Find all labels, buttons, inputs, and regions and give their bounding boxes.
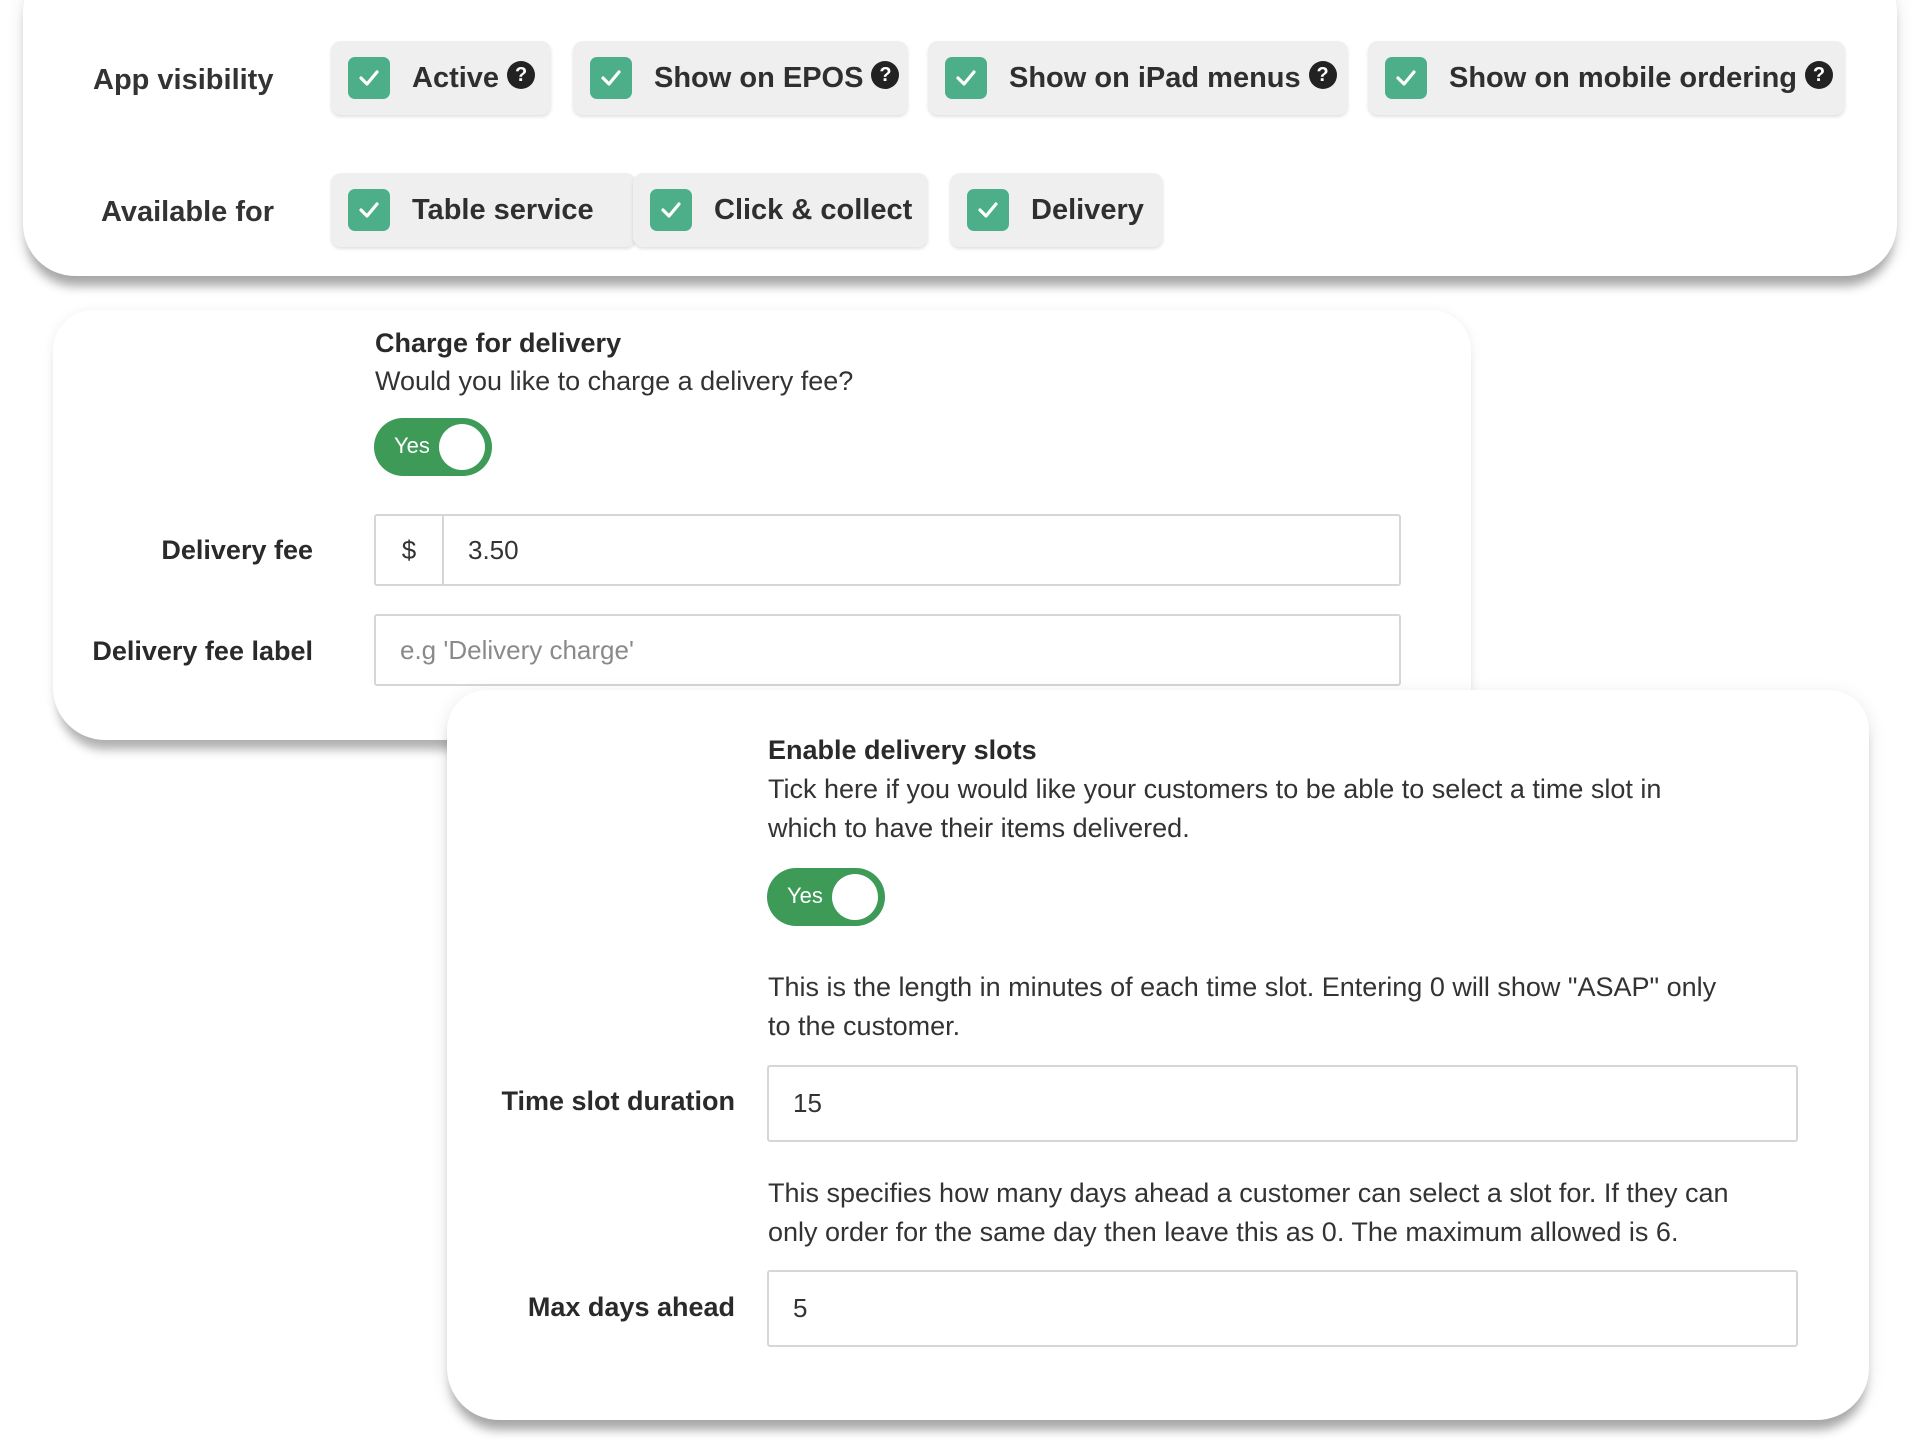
time-slot-duration-label: Time slot duration [501,1086,735,1116]
checkbox-show-on-ipad-menus[interactable]: Show on iPad menus ? [928,41,1348,115]
checkmark-icon [348,57,390,99]
enable-delivery-slots-description-1: Tick here if you would like your custome… [768,774,1662,804]
charge-for-delivery-description: Would you like to charge a delivery fee? [375,366,854,396]
delivery-fee-value: 3.50 [468,534,519,565]
available-for-label: Available for [101,196,274,228]
checkbox-table-service[interactable]: Table service [331,173,636,247]
time-slot-duration-value: 15 [793,1088,822,1118]
enable-delivery-slots-description-2: which to have their items delivered. [768,813,1190,843]
checkbox-label: Delivery [1031,193,1144,226]
toggle-knob [832,874,878,920]
checkmark-icon [1385,57,1427,99]
currency-prefix: $ [376,516,444,584]
max-days-ahead-value: 5 [793,1293,808,1323]
delivery-fee-label-label: Delivery fee label [92,636,313,666]
checkbox-label: Show on iPad menus [1009,61,1301,94]
delivery-fee-input[interactable]: $ 3.50 [374,514,1401,586]
checkbox-label: Show on EPOS [654,61,864,94]
enable-delivery-slots-title: Enable delivery slots [768,735,1037,765]
checkbox-label: Active [412,61,500,94]
checkmark-icon [590,57,632,99]
checkbox-delivery[interactable]: Delivery [950,173,1163,247]
checkbox-active[interactable]: Active ? [331,41,551,115]
visibility-card: App visibility Active ? Show on EPOS ? S… [23,0,1897,276]
checkmark-icon [945,57,987,99]
help-icon[interactable]: ? [1805,61,1833,89]
delivery-fee-label: Delivery fee [161,535,313,565]
checkbox-click-and-collect[interactable]: Click & collect [633,173,928,247]
toggle-label: Yes [394,433,430,458]
max-days-help-2: only order for the same day then leave t… [768,1217,1679,1247]
checkbox-label: Table service [412,193,594,226]
checkmark-icon [967,189,1009,231]
time-slot-help-1: This is the length in minutes of each ti… [768,972,1717,1002]
charge-delivery-toggle[interactable]: Yes [374,418,492,476]
help-icon[interactable]: ? [871,61,900,89]
help-icon[interactable]: ? [507,61,536,89]
max-days-help-1: This specifies how many days ahead a cus… [768,1178,1729,1208]
delivery-slots-card: Enable delivery slots Tick here if you w… [447,690,1869,1420]
delivery-fee-label-placeholder: e.g 'Delivery charge' [400,634,634,665]
help-icon[interactable]: ? [1308,61,1337,89]
app-visibility-label: App visibility [93,64,274,96]
checkbox-show-on-epos[interactable]: Show on EPOS ? [573,41,908,115]
toggle-knob [439,424,485,470]
max-days-ahead-label: Max days ahead [527,1292,735,1322]
checkmark-icon [348,189,390,231]
checkbox-label: Show on mobile ordering [1449,61,1797,94]
time-slot-help-2: to the customer. [768,1011,961,1041]
checkbox-show-on-mobile-ordering[interactable]: Show on mobile ordering ? [1368,41,1845,115]
checkmark-icon [650,189,692,231]
delivery-slots-toggle[interactable]: Yes [767,868,885,926]
time-slot-duration-input[interactable]: 15 [767,1065,1798,1142]
delivery-fee-label-input[interactable]: e.g 'Delivery charge' [374,614,1401,686]
checkbox-label: Click & collect [714,193,913,226]
charge-for-delivery-title: Charge for delivery [375,328,622,358]
delivery-charge-card: Charge for delivery Would you like to ch… [53,310,1471,740]
max-days-ahead-input[interactable]: 5 [767,1270,1798,1347]
toggle-label: Yes [787,883,823,908]
